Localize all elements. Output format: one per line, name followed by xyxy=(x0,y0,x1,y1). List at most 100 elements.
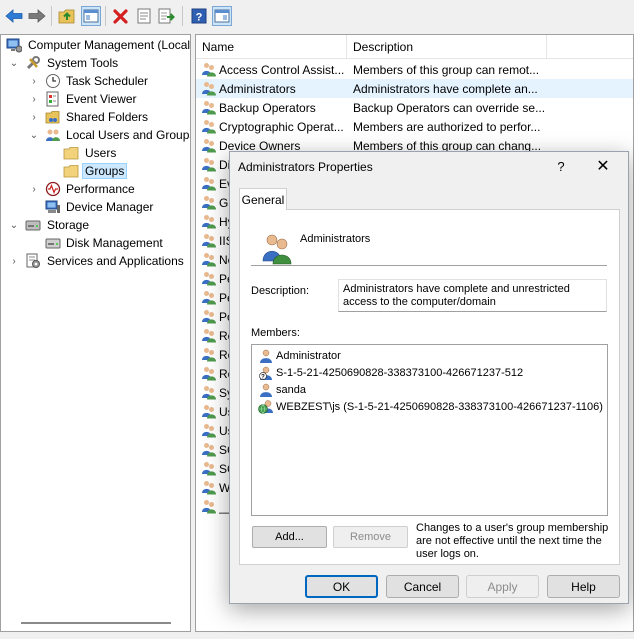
group-icon xyxy=(201,460,217,476)
group-icon xyxy=(201,422,217,438)
forward-arrow-icon[interactable] xyxy=(27,6,47,26)
table-row[interactable]: Access Control Assist... Members of this … xyxy=(196,60,633,79)
tree-item-services-apps[interactable]: › Services and Applications xyxy=(1,252,190,270)
toolbar-separator xyxy=(51,6,52,26)
group-icon xyxy=(201,384,217,400)
properties-icon[interactable] xyxy=(134,6,154,26)
group-icon xyxy=(201,327,217,343)
help-button[interactable]: Help xyxy=(547,575,620,598)
show-hide-tree-icon[interactable] xyxy=(81,6,101,26)
chevron-right-icon[interactable]: › xyxy=(9,252,19,270)
tree-item-users[interactable]: Users xyxy=(1,144,190,162)
chevron-down-icon[interactable]: ⌄ xyxy=(29,126,39,144)
member-name: S-1-5-21-4250690828-338373100-426671237-… xyxy=(276,367,524,379)
chevron-right-icon[interactable]: › xyxy=(29,90,39,108)
member-name: WEBZEST\js (S-1-5-21-4250690828-33837310… xyxy=(276,401,603,413)
tree-item-disk-management[interactable]: Disk Management xyxy=(1,234,190,252)
add-button[interactable]: Add... xyxy=(252,526,327,548)
tree-label: Storage xyxy=(47,218,90,232)
tree-item-task-scheduler[interactable]: › Task Scheduler xyxy=(1,72,190,90)
device-manager-icon xyxy=(45,199,61,215)
tree-item-performance[interactable]: › Performance xyxy=(1,180,190,198)
help-icon[interactable]: ? xyxy=(548,154,574,178)
tree-label: Groups xyxy=(81,163,128,179)
description-label: Description: xyxy=(251,285,310,297)
group-icon xyxy=(201,118,217,134)
help-icon[interactable]: ? xyxy=(189,6,209,26)
chevron-down-icon[interactable]: ⌄ xyxy=(9,216,19,234)
table-row[interactable]: Administrators Administrators have comple… xyxy=(196,79,633,98)
console-tree[interactable]: Computer Management (Local ⌄ System Tool… xyxy=(0,34,191,632)
group-icon xyxy=(201,156,217,172)
tree-label: Shared Folders xyxy=(66,110,149,124)
group-name-cell: Administrators xyxy=(219,82,296,96)
up-folder-icon[interactable] xyxy=(57,6,77,26)
delete-icon[interactable] xyxy=(111,6,131,26)
cancel-button[interactable]: Cancel xyxy=(386,575,459,598)
tree-label: Event Viewer xyxy=(66,92,137,106)
disk-management-icon xyxy=(45,235,61,251)
user-icon xyxy=(258,382,274,398)
tree-item-computer-management[interactable]: Computer Management (Local xyxy=(1,36,190,54)
column-divider[interactable] xyxy=(346,35,347,59)
member-name: Administrator xyxy=(276,350,341,362)
services-applications-icon xyxy=(25,253,41,269)
column-divider[interactable] xyxy=(546,35,547,59)
group-icon xyxy=(201,365,217,381)
membership-note: Changes to a user's group membership are… xyxy=(416,522,609,560)
toolbar-separator xyxy=(182,6,183,26)
computer-management-icon xyxy=(6,37,23,53)
horizontal-scrollbar[interactable] xyxy=(21,622,171,624)
group-icon xyxy=(201,289,217,305)
group-description-cell: Administrators have complete an... xyxy=(353,82,538,96)
show-hide-action-pane-icon[interactable] xyxy=(212,6,232,26)
table-row[interactable]: Backup Operators Backup Operators can ove… xyxy=(196,98,633,117)
tree-label: Performance xyxy=(66,182,135,196)
tab-general[interactable]: General xyxy=(239,188,287,210)
tree-label: Local Users and Groups xyxy=(66,128,191,142)
tree-label: Disk Management xyxy=(66,236,163,250)
storage-icon xyxy=(25,217,41,233)
group-icon xyxy=(201,403,217,419)
column-header-description[interactable]: Description xyxy=(353,40,413,54)
members-list[interactable]: Administrator ? S-1-5-21-4250690828-3383… xyxy=(251,344,608,516)
group-icon xyxy=(201,99,217,115)
tree-label: Task Scheduler xyxy=(66,74,149,88)
clock-icon xyxy=(45,73,61,89)
svg-text:?: ? xyxy=(196,12,203,24)
description-field[interactable]: Administrators have complete and unrestr… xyxy=(338,279,607,312)
chevron-right-icon[interactable]: › xyxy=(29,72,39,90)
chevron-right-icon[interactable]: › xyxy=(29,180,39,198)
member-name: sanda xyxy=(276,384,306,396)
tree-label: Users xyxy=(85,146,117,160)
tree-item-storage[interactable]: ⌄ Storage xyxy=(1,216,190,234)
group-icon xyxy=(201,175,217,191)
folder-icon xyxy=(63,145,79,161)
column-header-name[interactable]: Name xyxy=(202,40,234,54)
ok-button[interactable]: OK xyxy=(305,575,378,598)
tree-item-event-viewer[interactable]: › Event Viewer xyxy=(1,90,190,108)
group-icon xyxy=(201,80,217,96)
apply-button[interactable]: Apply xyxy=(466,575,539,598)
chevron-down-icon[interactable]: ⌄ xyxy=(9,54,19,72)
group-icon xyxy=(201,194,217,210)
unknown-user-icon: ? xyxy=(258,365,274,381)
table-row[interactable]: Cryptographic Operat... Members are autho… xyxy=(196,117,633,136)
export-list-icon[interactable] xyxy=(157,6,177,26)
group-icon xyxy=(201,346,217,362)
group-icon xyxy=(201,441,217,457)
tree-label: System Tools xyxy=(47,56,119,70)
back-arrow-icon[interactable] xyxy=(4,6,24,26)
chevron-right-icon[interactable]: › xyxy=(29,108,39,126)
tree-item-device-manager[interactable]: Device Manager xyxy=(1,198,190,216)
group-icon xyxy=(201,61,217,77)
members-label: Members: xyxy=(251,327,300,339)
close-icon[interactable]: ✕ xyxy=(588,154,618,178)
tree-item-local-users-groups[interactable]: ⌄ Local Users and Groups xyxy=(1,126,191,144)
tree-item-system-tools[interactable]: ⌄ System Tools xyxy=(1,54,190,72)
tree-item-groups[interactable]: Groups xyxy=(1,162,190,180)
performance-icon xyxy=(45,181,61,197)
remove-button[interactable]: Remove xyxy=(333,526,408,548)
tree-item-shared-folders[interactable]: › Shared Folders xyxy=(1,108,190,126)
group-description-cell: Members of this group can remot... xyxy=(353,63,540,77)
